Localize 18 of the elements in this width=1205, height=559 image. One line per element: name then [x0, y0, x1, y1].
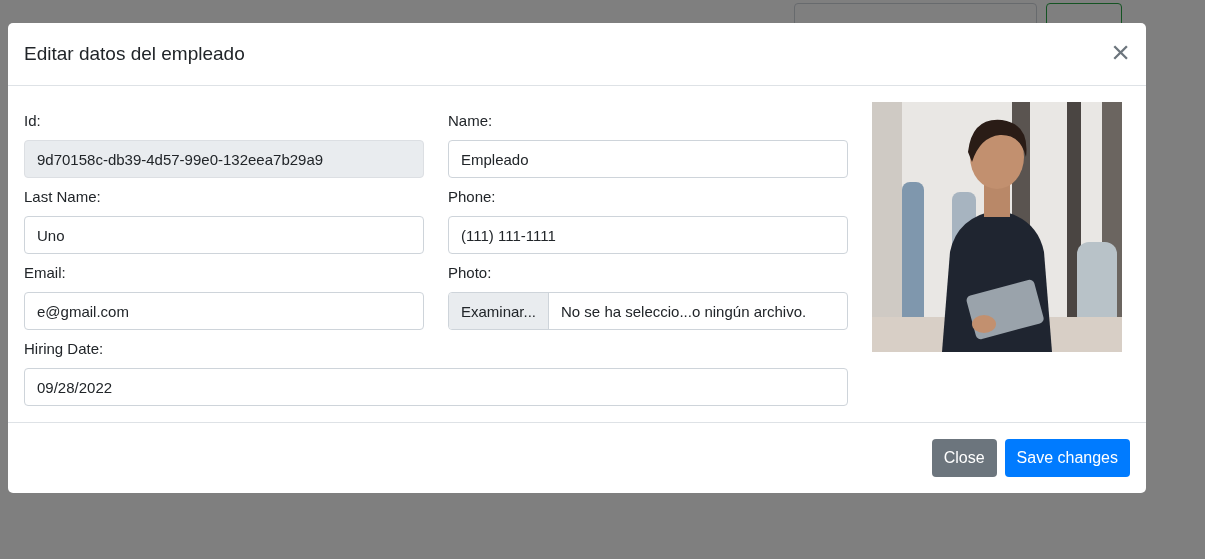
- browse-button[interactable]: Examinar...: [449, 293, 550, 329]
- field-label: Email:: [24, 263, 67, 283]
- close-button[interactable]: Close: [931, 439, 997, 477]
- input-field[interactable]: Empleado: [448, 140, 848, 178]
- input-field[interactable]: e@gmail.com: [24, 292, 424, 330]
- input-field[interactable]: (111) 111-1111: [448, 216, 848, 254]
- input-field[interactable]: 09/28/2022: [24, 368, 848, 406]
- input-field[interactable]: Uno: [24, 216, 424, 254]
- field-label: Last Name:: [24, 187, 102, 207]
- field-label: Photo:: [448, 263, 493, 283]
- save-button[interactable]: Save changes: [1004, 439, 1130, 477]
- field-label: Phone:: [448, 187, 497, 207]
- file-field[interactable]: Examinar... No se ha seleccio...o ningún archivo.: [448, 292, 848, 330]
- modal-title: Editar datos del empleado: [24, 43, 245, 65]
- field-label: Hiring Date:: [24, 339, 105, 359]
- field-label: Name:: [448, 111, 494, 131]
- file-name: No se ha seleccio...o ningún archivo.: [560, 301, 808, 322]
- field-label: Id:: [24, 111, 42, 131]
